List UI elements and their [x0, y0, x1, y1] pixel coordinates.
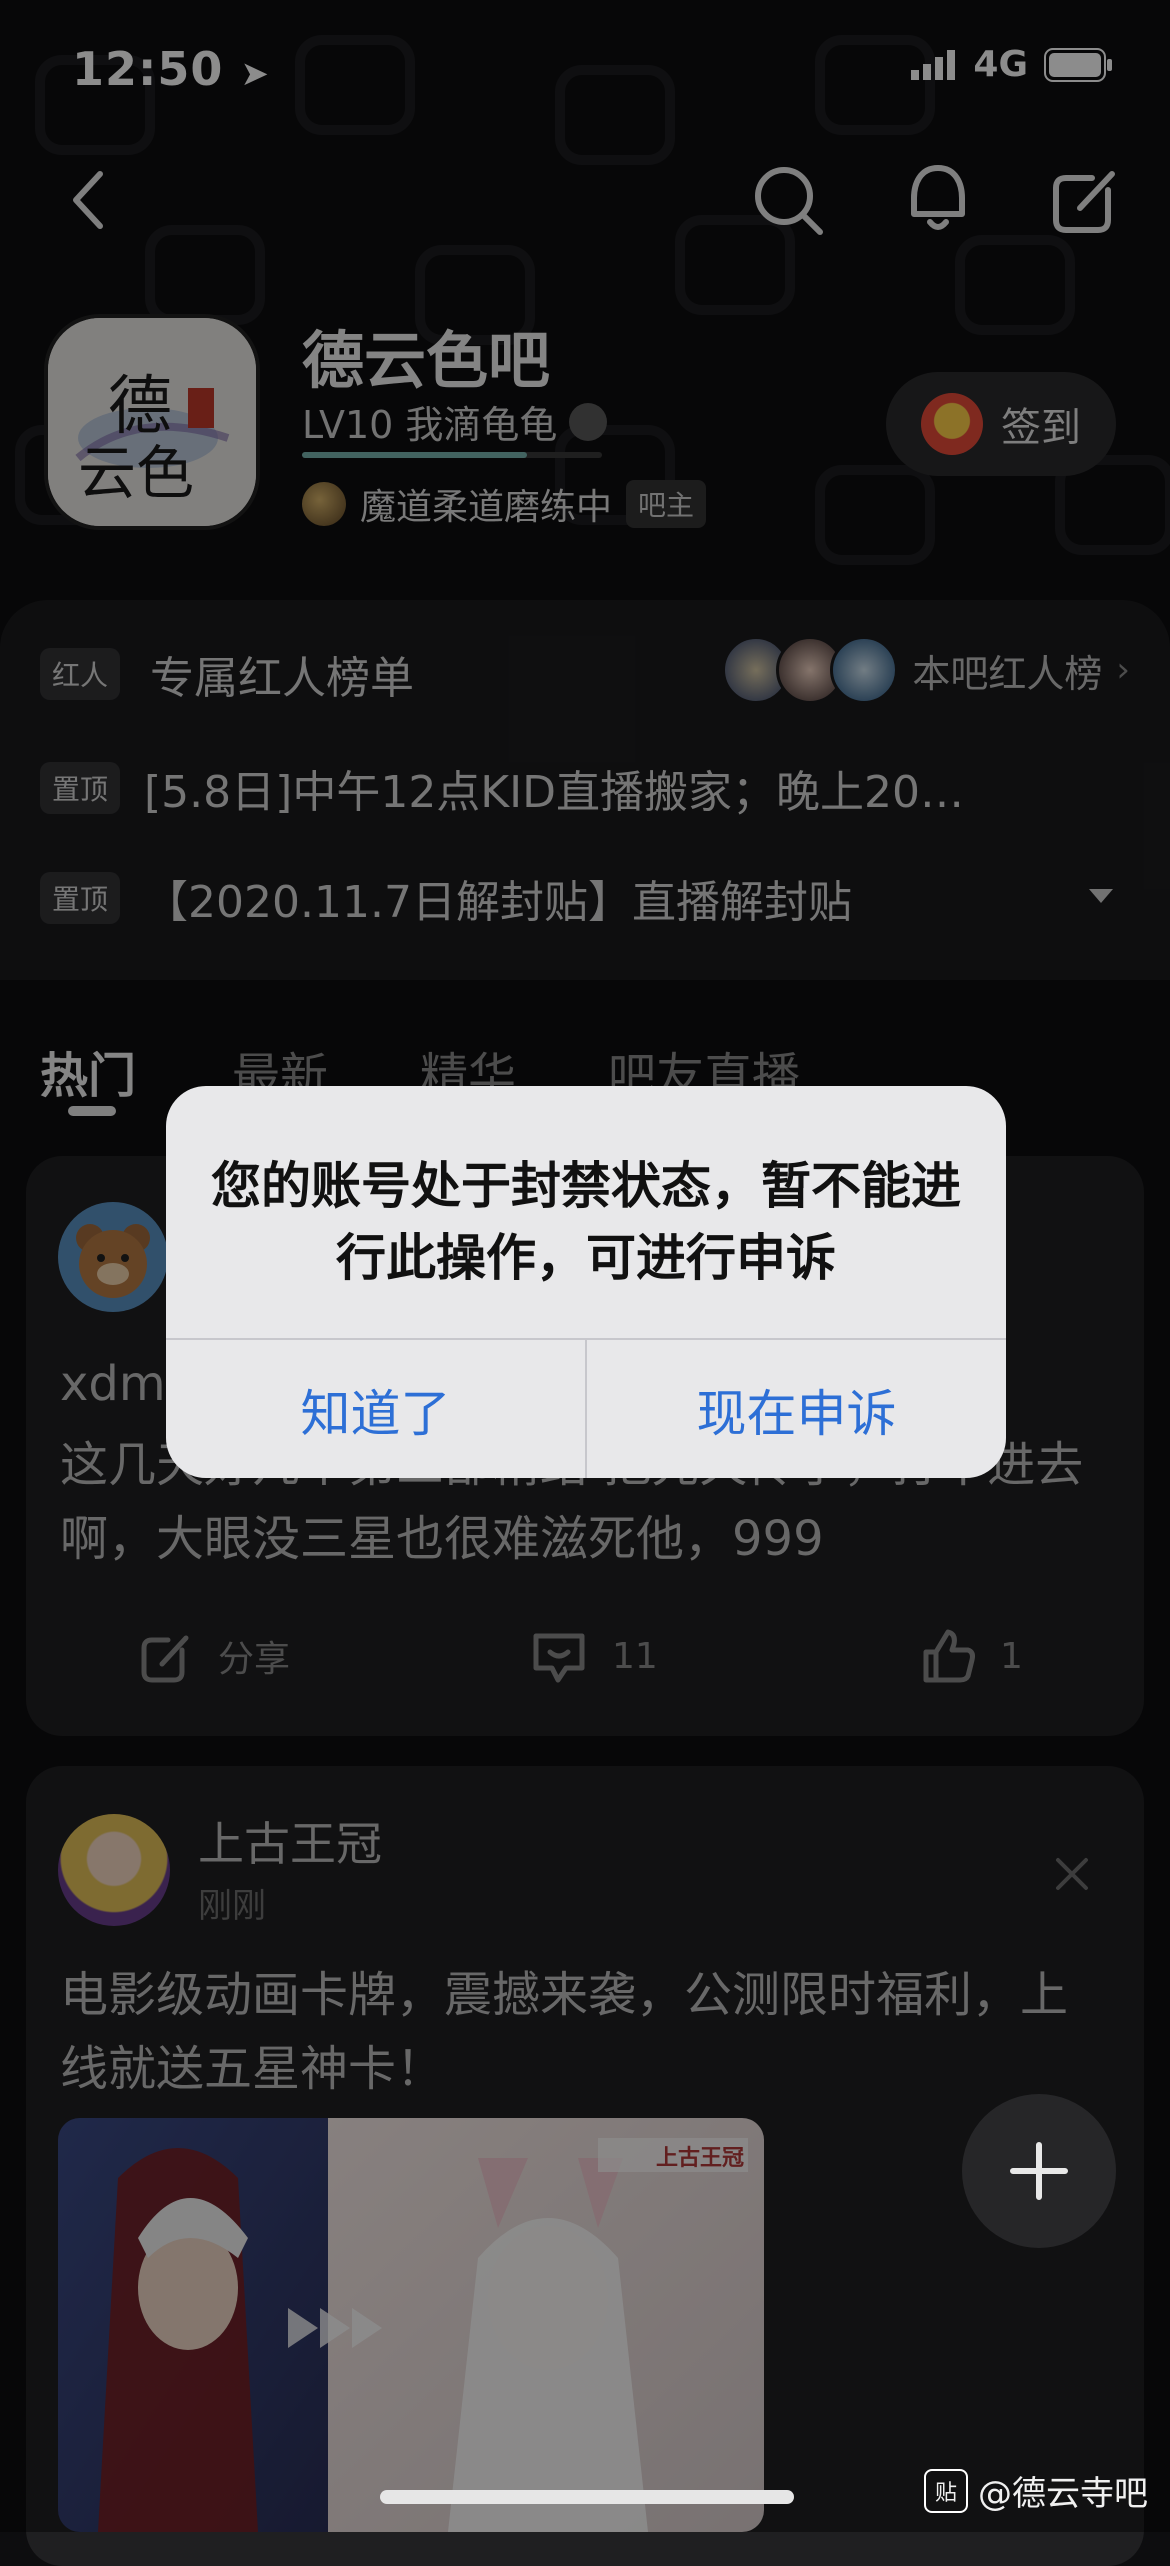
- new-post-fab[interactable]: [962, 2094, 1116, 2248]
- plus-icon: [1010, 2142, 1068, 2200]
- dialog-buttons: 知道了 现在申诉: [166, 1338, 1006, 1478]
- ok-button[interactable]: 知道了: [166, 1340, 585, 1478]
- ban-alert-dialog: 您的账号处于封禁状态，暂不能进行此操作，可进行申诉 知道了 现在申诉: [166, 1086, 1006, 1478]
- watermark-logo: 贴: [924, 2468, 968, 2513]
- home-indicator[interactable]: [380, 2490, 794, 2504]
- appeal-button[interactable]: 现在申诉: [585, 1340, 1006, 1478]
- dialog-message: 您的账号处于封禁状态，暂不能进行此操作，可进行申诉: [211, 1157, 961, 1287]
- watermark-text: @德云寺吧: [978, 2474, 1148, 2514]
- watermark: 贴 @德云寺吧: [924, 2466, 1148, 2515]
